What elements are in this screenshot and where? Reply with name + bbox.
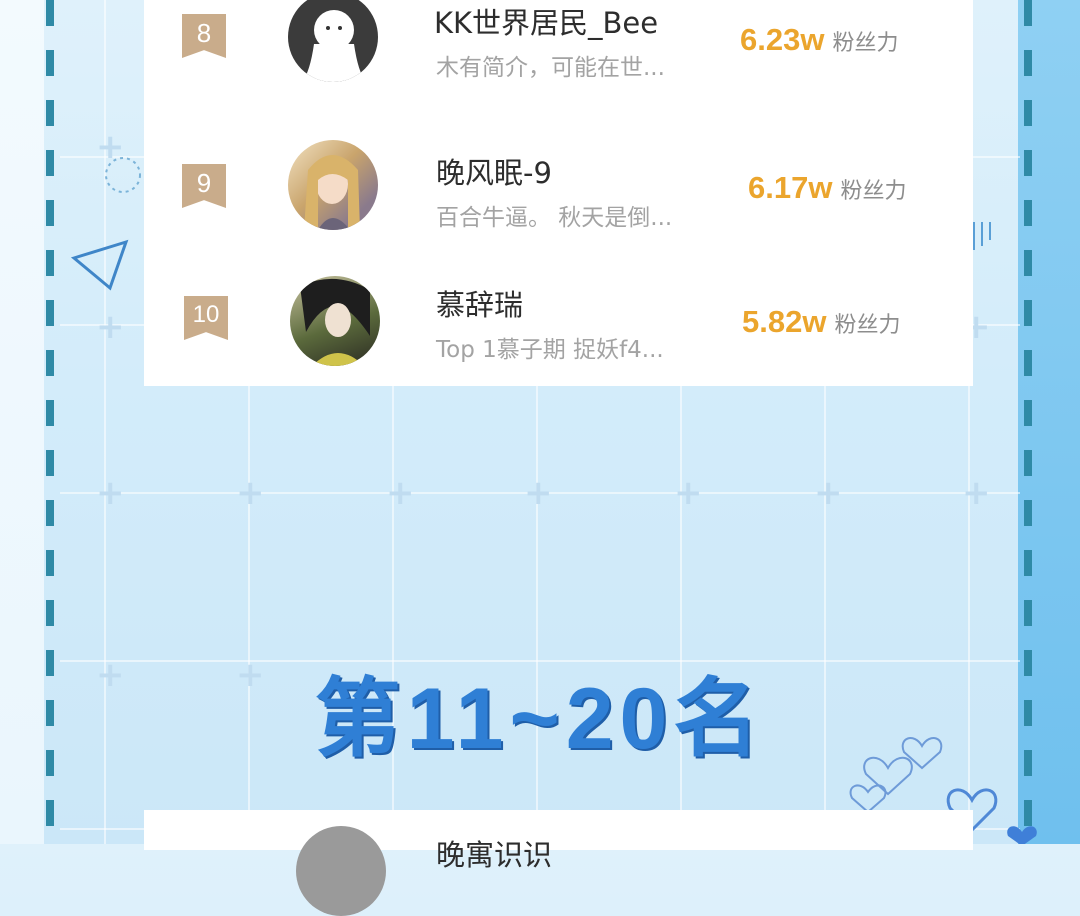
plus-decoration: + [674,473,703,513]
user-name[interactable]: KK世界居民_Bee [434,0,658,42]
avatar[interactable] [288,140,378,230]
rank-badge: 9 [182,164,226,208]
plus-decoration: + [814,473,843,513]
fans-unit: 粉丝力 [834,313,901,338]
ranking-row[interactable]: 8 KK世界居民_Bee 木有简介，可能在世... 6.23w 粉丝力 [144,0,973,120]
user-name[interactable]: 晚寓识识 [436,832,552,874]
plus-decoration: + [386,473,415,513]
avatar[interactable] [290,276,380,366]
rank-badge: 10 [184,296,228,340]
next-ranking-card: 晚寓识识 [144,810,973,916]
fans-unit: 粉丝力 [832,31,899,56]
user-name[interactable]: 晚风眠-9 [436,150,552,192]
fans-count: 6.17w 粉丝力 [748,170,906,206]
user-bio: 百合牛逼。 秋天是倒... [436,205,673,231]
avatar[interactable] [288,0,378,82]
user-bio: 木有简介，可能在世... [436,55,665,81]
circle-decoration [105,157,141,193]
plus-decoration: + [962,473,991,513]
triangle-decoration [70,239,129,291]
ranking-row[interactable]: 9 晚风眠-9 百合牛逼。 秋天是倒... 6.17w 粉丝力 [144,136,973,256]
ghost-avatar-icon [302,10,366,82]
fans-value: 5.82w [742,304,827,339]
plus-decoration: + [236,473,265,513]
rank-badge: 8 [182,14,226,58]
ranking-card: 8 KK世界居民_Bee 木有简介，可能在世... 6.23w 粉丝力 9 晚风眠… [144,0,973,386]
fans-count: 5.82w 粉丝力 [742,304,900,340]
plus-decoration: + [96,307,125,347]
user-bio: Top 1慕子期 捉妖f4... [436,337,664,363]
plus-decoration: + [96,473,125,513]
user-name[interactable]: 慕辞瑞 [436,282,523,324]
ranking-row[interactable]: 10 慕辞瑞 Top 1慕子期 捉妖f4... 5.82w 粉丝力 [144,270,973,390]
fans-value: 6.23w [740,22,825,57]
fans-value: 6.17w [748,170,833,205]
avatar[interactable] [296,826,386,916]
plus-decoration: + [524,473,553,513]
portrait-avatar-icon [300,278,370,366]
portrait-avatar-icon [304,155,360,230]
fans-unit: 粉丝力 [840,179,907,204]
fans-count: 6.23w 粉丝力 [740,22,898,58]
